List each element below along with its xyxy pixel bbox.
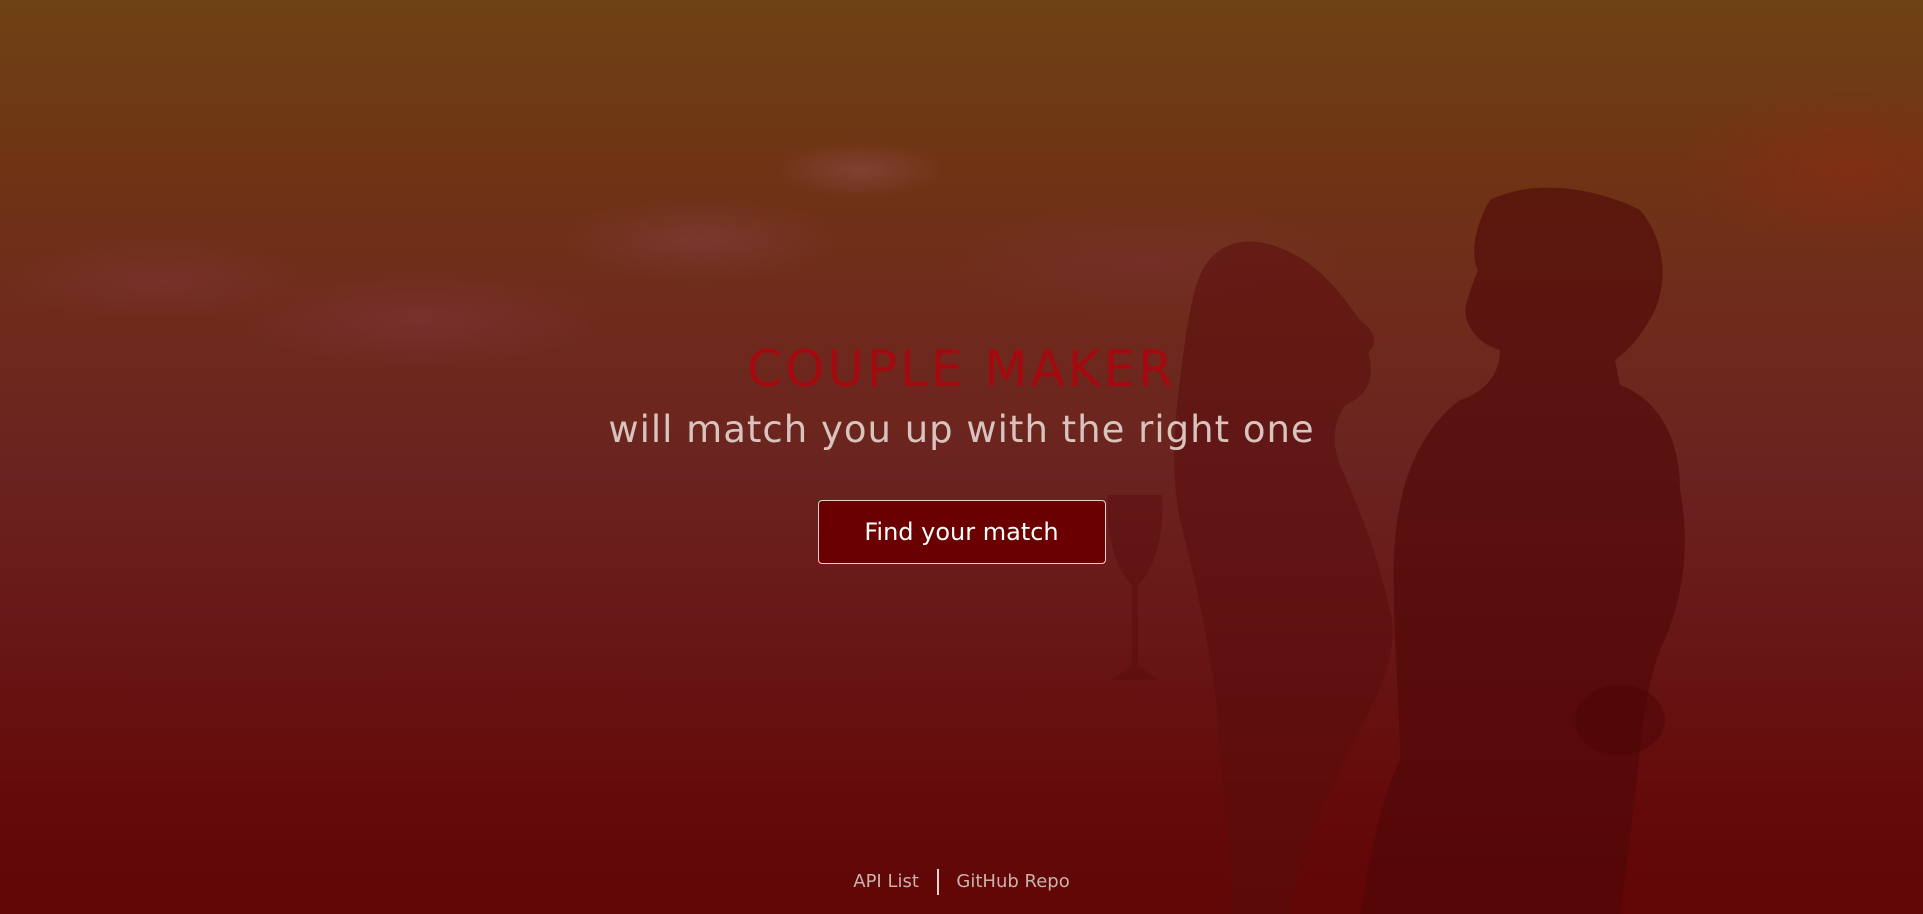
find-match-button[interactable]: Find your match [817, 500, 1106, 564]
footer-links: API List GitHub Repo [0, 869, 1923, 895]
page-title: COUPLE MAKER [747, 340, 1176, 398]
tagline: will match you up with the right one [608, 408, 1315, 451]
hero-section: COUPLE MAKER will match you up with the … [0, 340, 1923, 564]
github-repo-link[interactable]: GitHub Repo [956, 871, 1069, 892]
footer-divider [936, 869, 939, 895]
api-list-link[interactable]: API List [853, 871, 919, 892]
